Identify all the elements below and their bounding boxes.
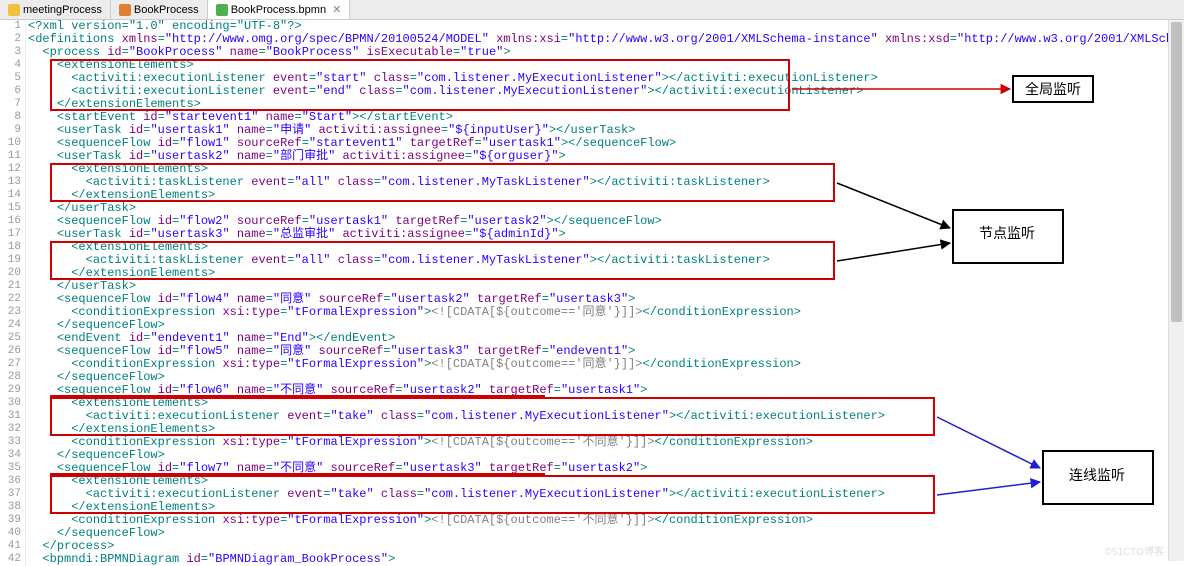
editor-tabs: meetingProcess BookProcess BookProcess.bpm… bbox=[0, 0, 1184, 20]
code-editor[interactable]: 1234567891011121314151617181920212223242… bbox=[0, 20, 1184, 561]
line-gutter: 1234567891011121314151617181920212223242… bbox=[0, 20, 26, 566]
label-flow: 连线监听 bbox=[1054, 461, 1140, 489]
tab-label: BookProcess.bpmn bbox=[231, 4, 326, 16]
label-global: 全局监听 bbox=[1012, 75, 1094, 103]
file-icon bbox=[119, 4, 131, 16]
close-icon[interactable]: ✕ bbox=[332, 3, 341, 16]
file-icon bbox=[8, 4, 20, 16]
tab-BookProcess-bpmn[interactable]: BookProcess.bpmn ✕ bbox=[208, 0, 351, 19]
tab-label: meetingProcess bbox=[23, 4, 102, 16]
tab-label: BookProcess bbox=[134, 4, 199, 16]
file-icon bbox=[216, 4, 228, 16]
vertical-scrollbar[interactable] bbox=[1168, 20, 1184, 561]
tab-meetingProcess[interactable]: meetingProcess bbox=[0, 0, 111, 19]
label-node: 节点监听 bbox=[964, 219, 1050, 247]
code-content[interactable]: <?xml version="1.0" encoding="UTF-8"?><d… bbox=[28, 20, 1184, 566]
watermark: ©51CTO博客 bbox=[1105, 543, 1164, 558]
tab-BookProcess[interactable]: BookProcess bbox=[111, 0, 208, 19]
scroll-thumb[interactable] bbox=[1171, 22, 1182, 322]
